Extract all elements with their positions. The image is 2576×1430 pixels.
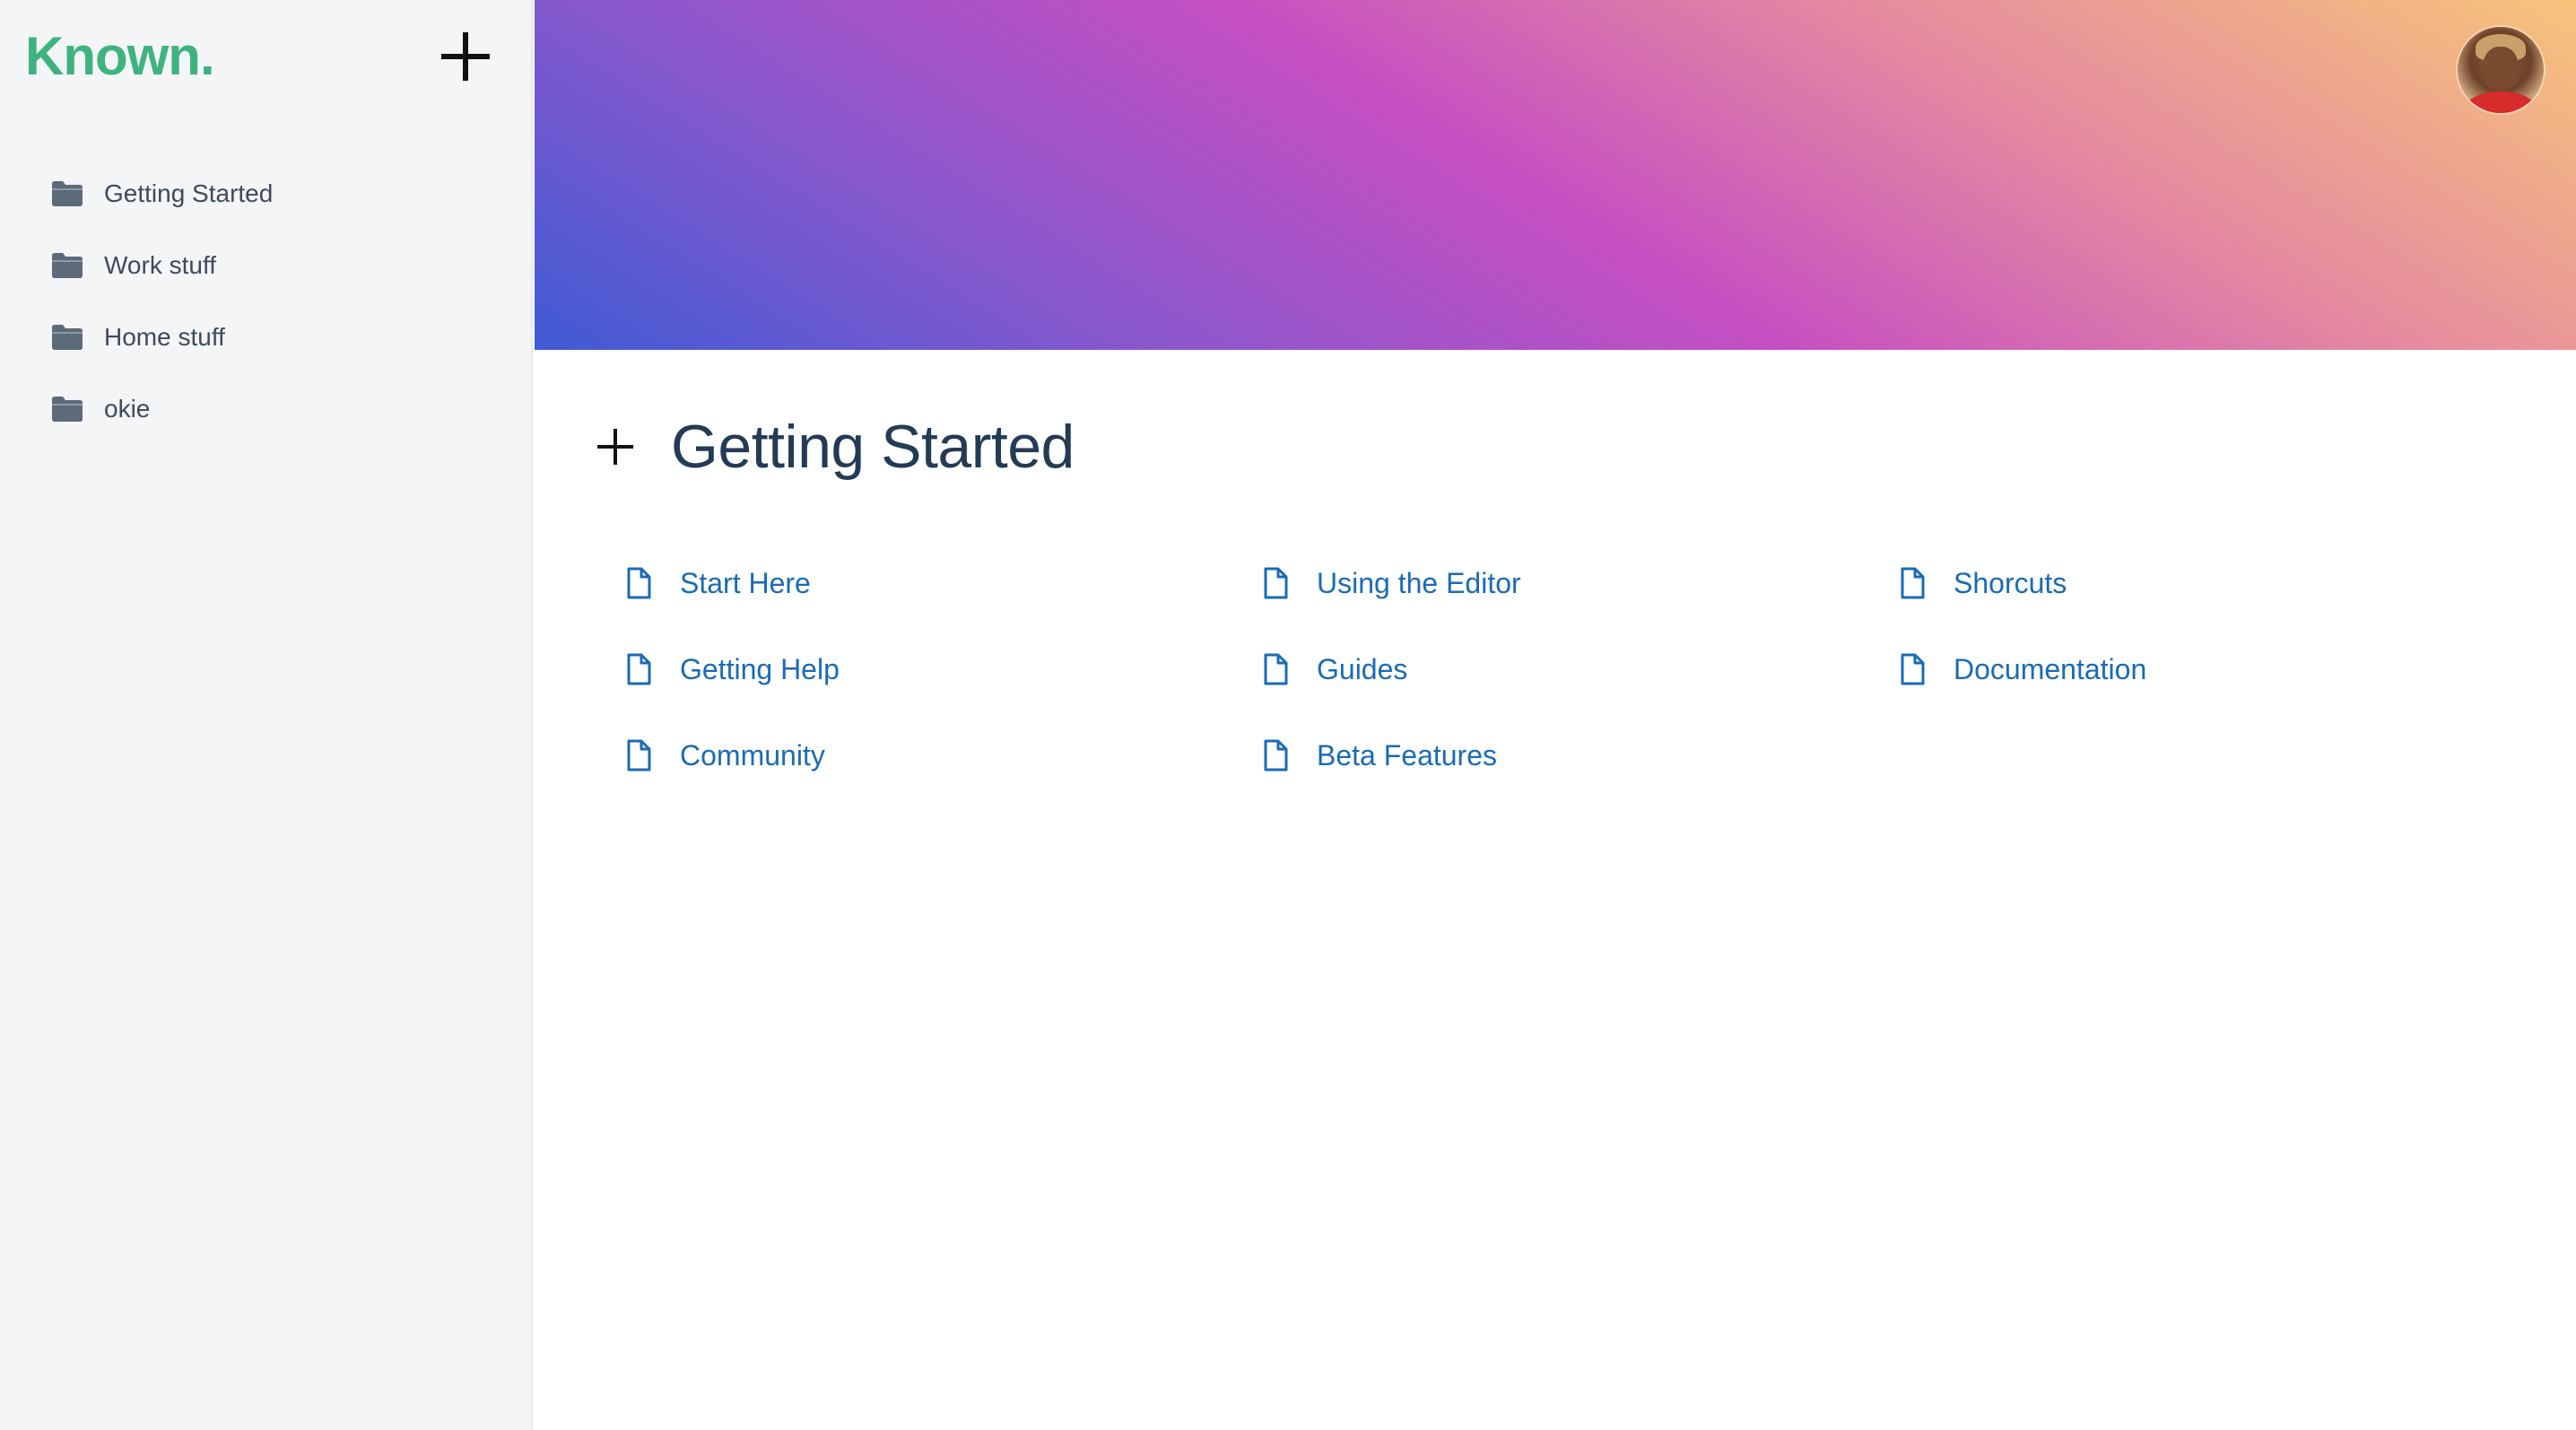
doc-link-label: Documentation (1954, 652, 2147, 685)
sidebar-item-getting-started[interactable]: Getting Started (0, 158, 533, 230)
user-avatar[interactable] (2458, 27, 2544, 113)
doc-link-label: Start Here (680, 566, 811, 599)
plus-icon (597, 429, 633, 465)
doc-link-shorcuts[interactable]: Shorcuts (1900, 556, 2067, 610)
doc-link-guides[interactable]: Guides (1263, 642, 1407, 696)
sidebar-item-label: okie (104, 395, 151, 423)
doc-link-using-the-editor[interactable]: Using the Editor (1263, 556, 1521, 610)
title-row: Getting Started (594, 411, 1075, 483)
sidebar: Known. Getting Started Work stuff Home s… (0, 0, 533, 1430)
header-banner (535, 0, 2576, 350)
plus-icon (441, 32, 490, 81)
logo[interactable]: Known. (25, 25, 215, 88)
folder-icon (52, 181, 83, 206)
avatar-shirt (2467, 92, 2535, 113)
document-icon (1264, 567, 1288, 599)
document-icon (1901, 653, 1925, 685)
app-root: Known. Getting Started Work stuff Home s… (0, 0, 2576, 1430)
sidebar-item-home-stuff[interactable]: Home stuff (0, 301, 533, 373)
doc-link-label: Community (680, 738, 825, 772)
document-icon (1264, 653, 1288, 685)
document-icon (1264, 739, 1288, 772)
document-icon (627, 567, 651, 599)
sidebar-item-label: Work stuff (104, 251, 217, 279)
doc-link-label: Getting Help (680, 652, 840, 685)
folder-list: Getting Started Work stuff Home stuff ok… (0, 158, 533, 445)
doc-link-label: Shorcuts (1954, 566, 2067, 599)
avatar-face (2483, 47, 2519, 92)
page-title: Getting Started (671, 413, 1075, 481)
sidebar-item-work-stuff[interactable]: Work stuff (0, 230, 533, 301)
doc-link-documentation[interactable]: Documentation (1900, 642, 2146, 696)
doc-link-label: Beta Features (1317, 738, 1497, 772)
new-folder-button[interactable] (436, 27, 495, 86)
doc-link-beta-features[interactable]: Beta Features (1263, 728, 1497, 782)
doc-link-getting-help[interactable]: Getting Help (626, 642, 840, 696)
sidebar-item-label: Getting Started (104, 179, 274, 207)
doc-link-label: Using the Editor (1317, 566, 1521, 599)
document-icon (1901, 567, 1925, 599)
document-icon (627, 739, 651, 772)
folder-icon (52, 325, 83, 350)
sidebar-item-label: Home stuff (104, 323, 225, 351)
sidebar-item-okie[interactable]: okie (0, 373, 533, 445)
folder-icon (52, 253, 83, 278)
main-content: Getting Started Start Here Getting Help (535, 350, 2576, 1430)
folder-icon (52, 397, 83, 422)
doc-link-community[interactable]: Community (626, 728, 825, 782)
new-document-button[interactable] (594, 425, 637, 468)
document-icon (627, 653, 651, 685)
doc-link-label: Guides (1317, 652, 1408, 685)
doc-link-start-here[interactable]: Start Here (626, 556, 811, 610)
